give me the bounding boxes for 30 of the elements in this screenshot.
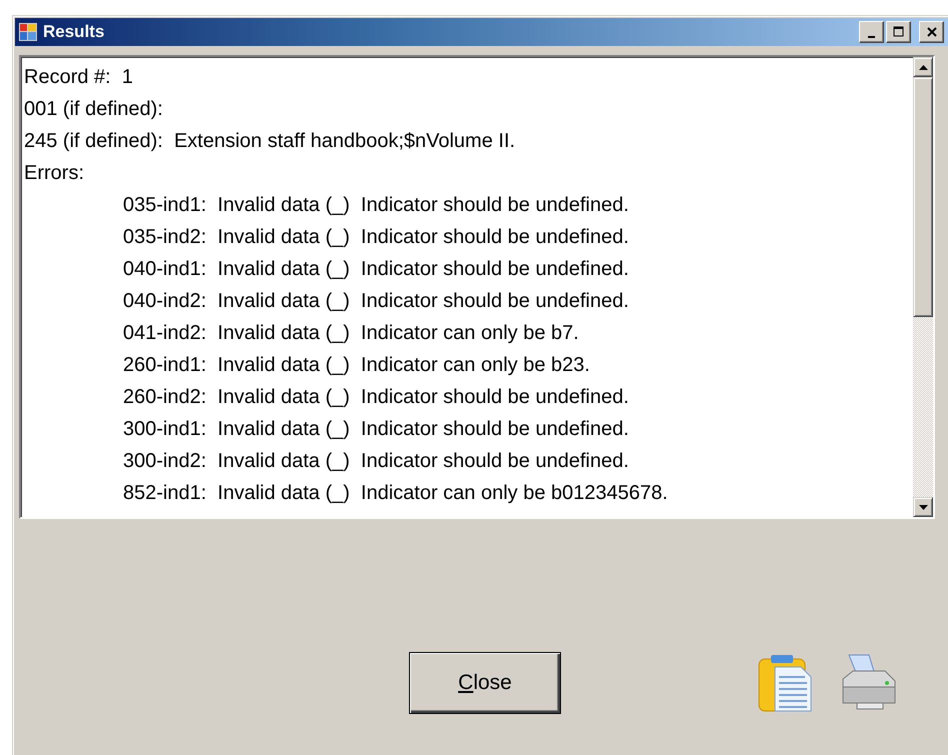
scroll-thumb[interactable]	[913, 77, 933, 317]
error-line: 852-ind1: Invalid data (_) Indicator can only be b012345678.	[122, 481, 669, 506]
error-line: 040-ind2: Invalid data (_) Indicator should be undefined.	[122, 289, 630, 314]
down-arrow-icon	[918, 504, 928, 510]
header-line: 001 (if defined):	[24, 97, 164, 122]
header-line: Record #: 1	[24, 65, 134, 90]
error-line: 260-ind1: Invalid data (_) Indicator can only be b23.	[122, 353, 591, 378]
maximize-icon	[892, 26, 904, 38]
error-line: 041-ind2: Invalid data (_) Indicator can only be b7.	[122, 321, 580, 346]
close-icon	[926, 26, 938, 38]
vertical-scrollbar[interactable]	[913, 57, 933, 517]
scroll-down-button[interactable]	[913, 497, 933, 517]
error-line: 035-ind2: Invalid data (_) Indicator should be undefined.	[122, 225, 630, 250]
error-line: 260-ind2: Invalid data (_) Indicator should be undefined.	[122, 385, 630, 410]
scroll-up-button[interactable]	[913, 57, 933, 77]
maximize-button[interactable]	[886, 21, 911, 43]
results-text-box[interactable]	[19, 55, 935, 519]
header-line: 245 (if defined): Extension staff handbook;$nVolume II.	[24, 129, 516, 154]
close-dialog-button[interactable]: Close	[409, 652, 561, 714]
header-line: Errors:	[24, 161, 85, 186]
app-icon	[19, 23, 37, 41]
minimize-button[interactable]	[859, 21, 884, 43]
error-line: 300-ind1: Invalid data (_) Indicator should be undefined.	[122, 417, 630, 442]
error-line: 040-ind1: Invalid data (_) Indicator should be undefined.	[122, 257, 630, 282]
minimize-icon	[868, 36, 875, 38]
window-title: Results	[43, 22, 106, 42]
up-arrow-icon	[918, 64, 928, 70]
close-button[interactable]	[919, 21, 944, 43]
error-line: 300-ind2: Invalid data (_) Indicator should be undefined.	[122, 449, 630, 474]
error-line: 035-ind1: Invalid data (_) Indicator should be undefined.	[122, 193, 630, 218]
